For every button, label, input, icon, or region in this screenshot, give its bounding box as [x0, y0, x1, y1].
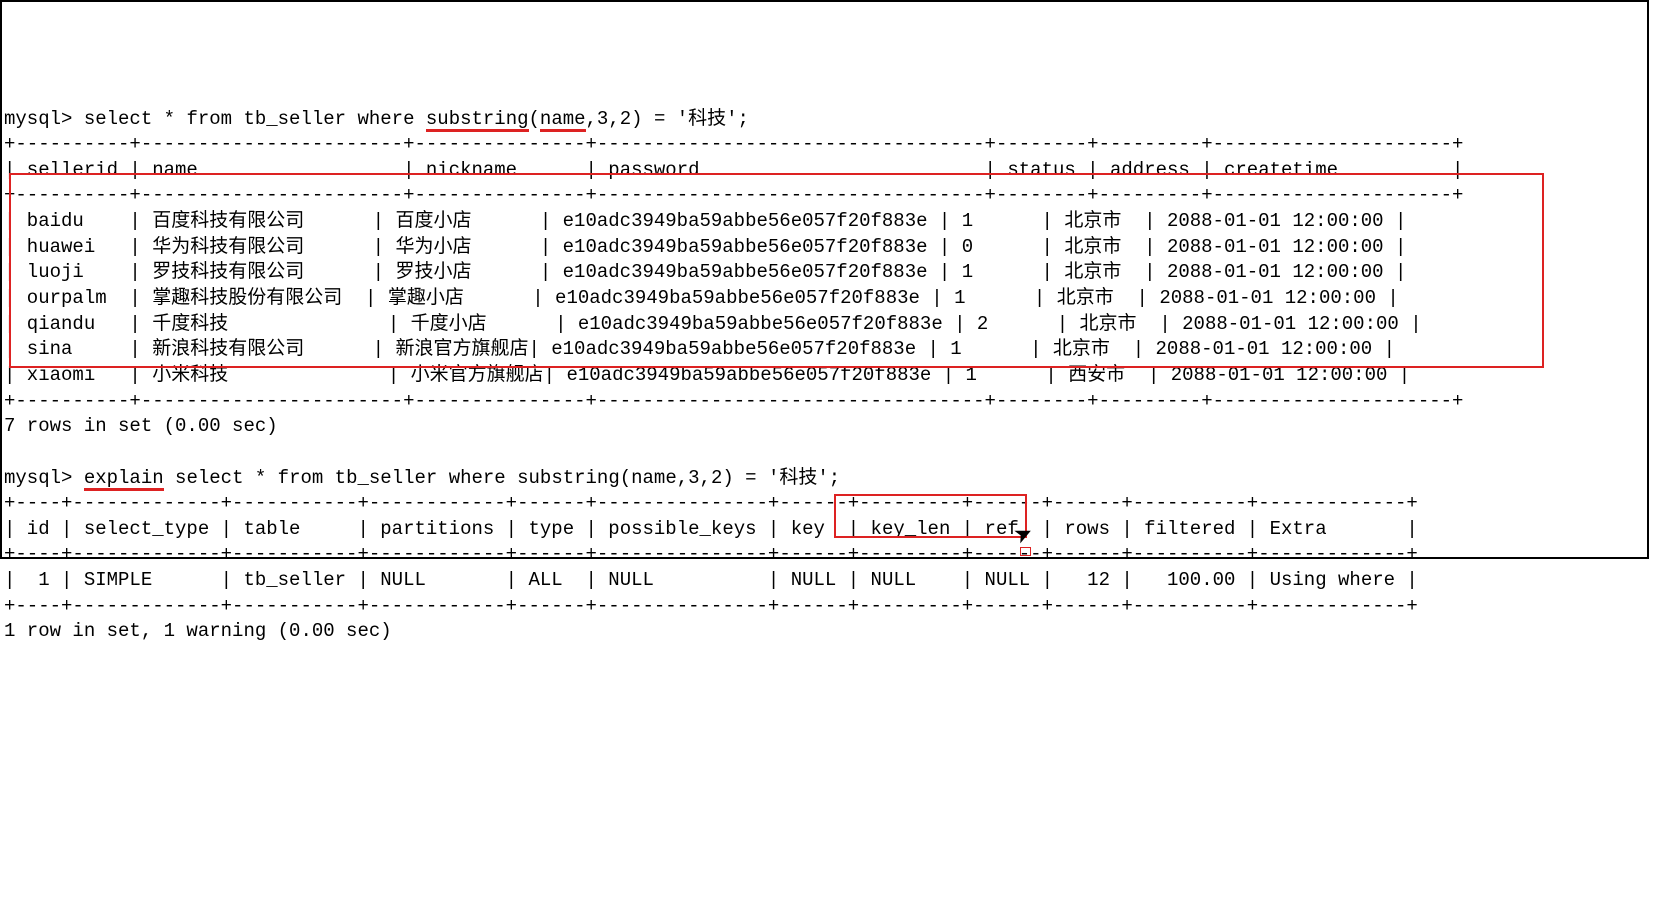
table1-row: | ourpalm | 掌趣科技股份有限公司 | 掌趣小店 | e10adc39… [4, 287, 1399, 309]
result1-summary: 7 rows in set (0.00 sec) [4, 415, 278, 437]
table2-header: | id | select_type | table | partitions … [4, 518, 1418, 540]
table2-row: | 1 | SIMPLE | tb_seller | NULL | ALL | … [4, 569, 1418, 591]
table1-header: | sellerid | name | nickname | password … [4, 159, 1463, 181]
table1-row: | xiaomi | 小米科技 | 小米官方旗舰店| e10adc3949ba5… [4, 364, 1410, 386]
table1-sep-mid: +----------+-----------------------+----… [4, 184, 1463, 206]
highlight-name: name [540, 110, 586, 132]
table1-row: | qiandu | 千度科技 | 千度小店 | e10adc3949ba59a… [4, 313, 1422, 335]
highlight-explain: explain [84, 469, 164, 491]
table2-sep-mid: +----+-------------+-----------+--------… [4, 543, 1418, 565]
table1-sep-bot: +----------+-----------------------+----… [4, 390, 1463, 412]
table2-sep-bot: +----+-------------+-----------+--------… [4, 595, 1418, 617]
terminal-output: mysql> select * from tb_seller where sub… [2, 105, 1647, 645]
table2-sep-top: +----+-------------+-----------+--------… [4, 492, 1418, 514]
table1-sep-top: +----------+-----------------------+----… [4, 133, 1463, 155]
table1-row: | huawei | 华为科技有限公司 | 华为小店 | e10adc3949b… [4, 236, 1406, 258]
mysql-prompt: mysql> [4, 467, 72, 489]
table1-row: | luoji | 罗技科技有限公司 | 罗技小店 | e10adc3949ba… [4, 261, 1406, 283]
table1-row: | sina | 新浪科技有限公司 | 新浪官方旗舰店| e10adc3949b… [4, 338, 1395, 360]
table1-row: | baidu | 百度科技有限公司 | 百度小店 | e10adc3949ba… [4, 210, 1406, 232]
result2-summary: 1 row in set, 1 warning (0.00 sec) [4, 620, 392, 642]
mysql-prompt: mysql> [4, 108, 72, 130]
highlight-substring: substring [426, 110, 529, 132]
